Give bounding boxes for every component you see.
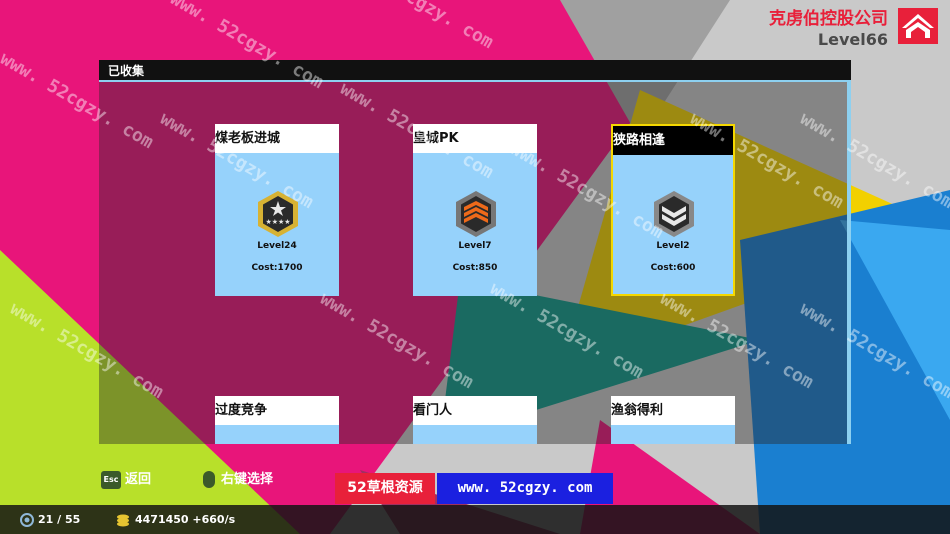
money-value: 4471450 +660/s <box>135 513 236 526</box>
coin-stack-icon <box>117 514 129 527</box>
card-level: Level24 <box>257 241 297 251</box>
collection-card[interactable]: 煤老板进城 ★★★★ Level24 Cost:1700 <box>215 124 339 296</box>
right-click-hint: 右键选择 <box>203 469 273 491</box>
card-title: 狭路相逢 <box>613 126 733 155</box>
collection-card-selected[interactable]: 狭路相逢 Level2 Cost:600 <box>611 124 735 296</box>
collection-card[interactable]: 看门人 <box>413 396 537 444</box>
rank-badge-double-chevron-icon <box>654 191 694 237</box>
gear-icon <box>20 513 34 527</box>
card-level: Level7 <box>458 241 492 251</box>
progress-value: 21 / 55 <box>38 513 81 526</box>
card-title: 看门人 <box>413 396 537 425</box>
promo-url[interactable]: www. 52cgzy. com <box>437 473 613 504</box>
card-title: 渔翁得利 <box>611 396 735 425</box>
progress-status: 21 / 55 <box>20 505 80 534</box>
right-click-label: 右键选择 <box>221 472 274 487</box>
card-cost: Cost:1700 <box>251 263 303 273</box>
company-logo-icon <box>898 8 938 44</box>
back-label: 返回 <box>125 472 152 487</box>
collection-card[interactable]: 皇城PK Level7 Cost:850 <box>413 124 537 296</box>
company-name: 克虏伯控股公司 <box>769 9 888 29</box>
card-title: 过度竞争 <box>215 396 339 425</box>
rank-badge-chevron-icon <box>456 191 496 237</box>
collection-card[interactable]: 渔翁得利 <box>611 396 735 444</box>
card-level: Level2 <box>656 241 690 251</box>
company-level: Level66 <box>817 30 888 49</box>
collection-card[interactable]: 过度竞争 <box>215 396 339 444</box>
rank-badge-star-icon: ★★★★ <box>258 191 298 237</box>
panel-title: 已收集 <box>108 64 145 78</box>
esc-key-icon: Esc <box>101 470 121 489</box>
money-status: 4471450 +660/s <box>116 505 235 534</box>
company-info: 克虏伯控股公司 Level66 <box>769 8 888 50</box>
back-hint[interactable]: Esc 返回 <box>101 469 151 491</box>
card-cost: Cost:850 <box>452 263 498 273</box>
svg-text:★★★★: ★★★★ <box>265 218 290 226</box>
promo-site-name: 52草根资源 <box>335 473 435 504</box>
card-title: 皇城PK <box>413 124 537 153</box>
collection-panel: 煤老板进城 ★★★★ Level24 Cost:1700 皇城PK Level7… <box>99 82 851 444</box>
status-bar: 21 / 55 4471450 +660/s <box>0 505 950 534</box>
panel-header: 已收集 <box>99 60 851 82</box>
card-title: 煤老板进城 <box>215 124 339 153</box>
mouse-icon <box>203 471 215 488</box>
card-cost: Cost:600 <box>650 263 696 273</box>
